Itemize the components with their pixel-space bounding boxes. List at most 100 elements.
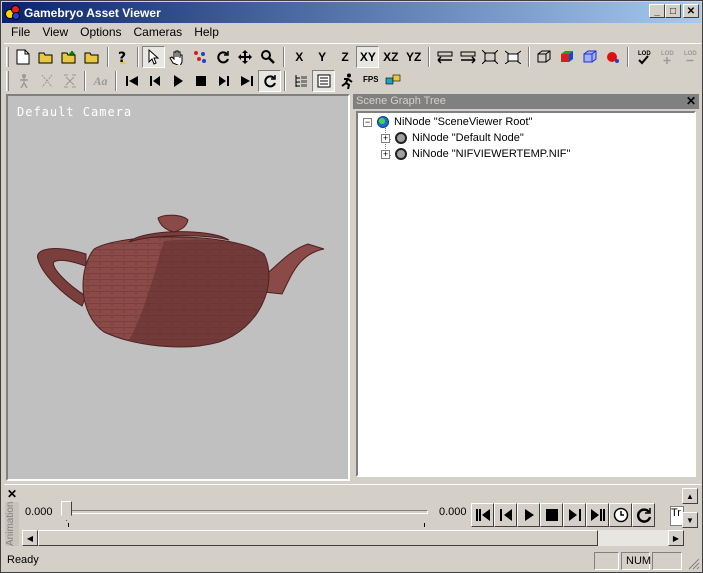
- bones-button[interactable]: [58, 70, 81, 92]
- particles-button[interactable]: [188, 46, 211, 68]
- shaded-button[interactable]: [556, 46, 579, 68]
- swap-left-button[interactable]: [433, 46, 456, 68]
- expand-icon[interactable]: +: [381, 149, 390, 159]
- menu-options[interactable]: Options: [74, 23, 127, 42]
- toolbar-grip[interactable]: [6, 71, 9, 91]
- scene-graph-close-icon[interactable]: ✕: [686, 94, 696, 109]
- lod-check-button[interactable]: LOD: [632, 46, 655, 68]
- figure-button[interactable]: [12, 70, 35, 92]
- step-back-button[interactable]: [143, 70, 166, 92]
- stop-button[interactable]: [189, 70, 212, 92]
- wireframe-button[interactable]: [533, 46, 556, 68]
- animation-tab[interactable]: Animation: [5, 502, 19, 546]
- properties-button[interactable]: [312, 70, 335, 92]
- fit-view-button[interactable]: [479, 46, 502, 68]
- scroll-left-icon[interactable]: ◀: [22, 530, 38, 546]
- plane-xz-button[interactable]: XZ: [379, 46, 402, 68]
- help-button[interactable]: ?: [112, 46, 135, 68]
- title-bar[interactable]: Gamebryo Asset Viewer _ □ ✕: [2, 2, 701, 23]
- menu-view[interactable]: View: [36, 23, 74, 42]
- light-sphere-icon: [606, 51, 619, 63]
- merge-file-button[interactable]: [58, 46, 81, 68]
- anim-play-button[interactable]: [517, 503, 540, 527]
- new-file-button[interactable]: [12, 46, 35, 68]
- menu-cameras[interactable]: Cameras: [128, 23, 189, 42]
- window-title: Gamebryo Asset Viewer: [24, 5, 161, 20]
- hand-icon: [169, 50, 183, 65]
- arrow-cursor-icon: [148, 48, 160, 65]
- toolbar-grip[interactable]: [6, 46, 9, 67]
- camera-frame-button[interactable]: [502, 46, 525, 68]
- loop-button[interactable]: [258, 70, 281, 92]
- axis-y-button[interactable]: Y: [311, 46, 334, 68]
- skip-start-icon: [125, 76, 138, 86]
- font-button[interactable]: Aa: [89, 70, 112, 92]
- anim-clock-button[interactable]: [609, 503, 632, 527]
- select-tool-button[interactable]: [142, 45, 166, 68]
- go-to-start-button[interactable]: [120, 70, 143, 92]
- scene-graph-button[interactable]: [289, 70, 312, 92]
- open-file-button[interactable]: [35, 46, 58, 68]
- menu-bar: File View Options Cameras Help: [2, 23, 701, 42]
- tree-icon: [295, 75, 307, 87]
- rotate-tool-button[interactable]: [211, 46, 234, 68]
- tree-node-nif[interactable]: + NiNode "NIFVIEWERTEMP.NIF": [381, 146, 570, 162]
- close-button[interactable]: ✕: [683, 4, 699, 18]
- zoom-tool-button[interactable]: [257, 46, 280, 68]
- time-slider-track[interactable]: [66, 510, 428, 514]
- animation-close-icon[interactable]: ✕: [7, 487, 17, 501]
- anim-forward-button[interactable]: [563, 503, 586, 527]
- scroll-down-icon[interactable]: ▼: [682, 512, 698, 528]
- render-viewport[interactable]: Default Camera: [6, 94, 350, 481]
- plane-xy-button[interactable]: XY: [356, 45, 380, 68]
- move-tool-button[interactable]: [234, 46, 257, 68]
- minimize-button[interactable]: _: [649, 4, 665, 18]
- collapse-icon[interactable]: −: [363, 117, 372, 127]
- expand-icon[interactable]: +: [381, 133, 390, 143]
- open-recent-button[interactable]: [81, 46, 104, 68]
- fps-button[interactable]: FPS: [358, 70, 381, 92]
- axis-x-button[interactable]: X: [288, 46, 311, 68]
- maximize-button[interactable]: □: [665, 4, 681, 18]
- time-slider-thumb[interactable]: [61, 501, 72, 521]
- axis-y-label: Y: [318, 49, 327, 64]
- clock-icon: [613, 507, 628, 523]
- resize-grip-icon[interactable]: [688, 558, 700, 570]
- scroll-right-icon[interactable]: ▶: [668, 530, 684, 546]
- menu-cameras-label: Cameras: [133, 25, 183, 39]
- horizontal-scrollbar[interactable]: ◀ ▶: [22, 530, 684, 546]
- swap-right-button[interactable]: [456, 46, 479, 68]
- menu-file[interactable]: File: [5, 23, 36, 42]
- animation-panel: ✕ Animation 0.000 0.000 Tr ▲ ▼ ◀ ▶: [4, 484, 701, 546]
- go-to-end-button[interactable]: [235, 70, 258, 92]
- end-time: 0.000: [439, 506, 467, 518]
- step-forward-button[interactable]: [212, 70, 235, 92]
- play-button[interactable]: [166, 70, 189, 92]
- skeleton-button[interactable]: [35, 70, 58, 92]
- scroll-up-icon[interactable]: ▲: [682, 488, 698, 504]
- anim-stop-button[interactable]: [540, 503, 563, 527]
- anim-loop-button[interactable]: [632, 503, 655, 527]
- lod-increase-button[interactable]: LOD: [655, 46, 678, 68]
- bounds-button[interactable]: [579, 46, 602, 68]
- menu-help[interactable]: Help: [188, 23, 225, 42]
- anim-back-button[interactable]: [494, 503, 517, 527]
- plane-yz-button[interactable]: YZ: [402, 46, 425, 68]
- node-icon: [395, 132, 407, 144]
- skip-end-icon: [240, 76, 253, 86]
- tree-node-root[interactable]: − NiNode "SceneViewer Root": [363, 114, 532, 130]
- scroll-thumb[interactable]: [38, 530, 598, 546]
- lod-decrease-button[interactable]: LOD: [678, 46, 701, 68]
- axis-z-button[interactable]: Z: [334, 46, 357, 68]
- anim-end-button[interactable]: [586, 503, 609, 527]
- lights-button[interactable]: [601, 46, 624, 68]
- animation-panel-button[interactable]: [335, 70, 358, 92]
- scene-graph-header[interactable]: Scene Graph Tree ✕: [353, 94, 699, 109]
- windows-button[interactable]: [381, 70, 404, 92]
- anim-start-button[interactable]: [471, 503, 494, 527]
- vertical-scrollbar[interactable]: ▲ ▼: [682, 488, 698, 528]
- scene-graph-tree[interactable]: − NiNode "SceneViewer Root" + NiNode "De…: [356, 111, 696, 477]
- pan-tool-button[interactable]: [165, 46, 188, 68]
- node-icon: [395, 148, 407, 160]
- tree-node-default[interactable]: + NiNode "Default Node": [381, 130, 524, 146]
